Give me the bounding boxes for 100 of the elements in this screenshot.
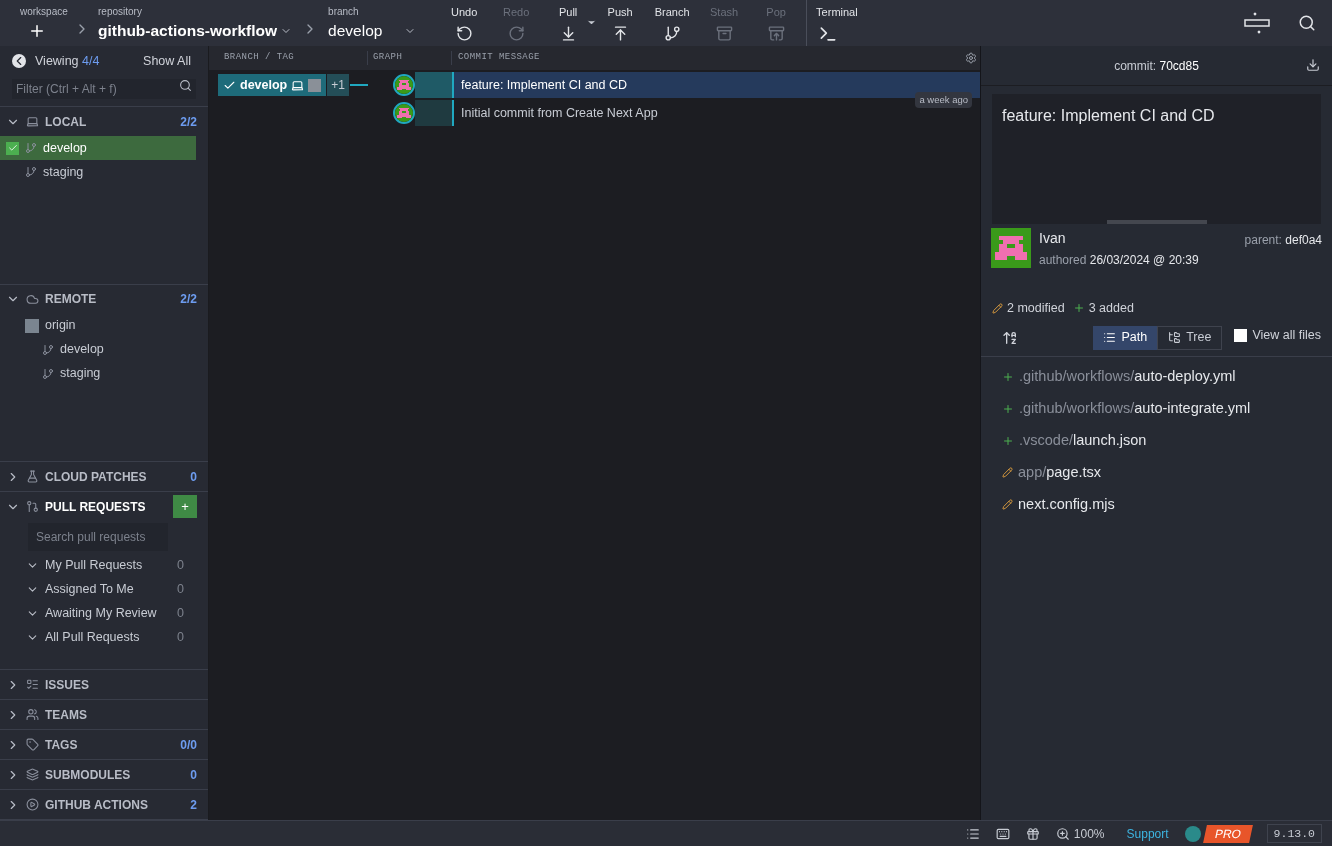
workspace-label: workspace	[20, 5, 66, 19]
plus-icon	[1002, 370, 1014, 383]
file-item[interactable]: next.config.mjs	[981, 488, 1332, 521]
terminal-button[interactable]: Terminal	[807, 0, 858, 46]
section-title: ISSUES	[45, 676, 89, 694]
checked-icon	[6, 141, 19, 155]
layout-toggle-icon[interactable]	[1244, 10, 1270, 36]
column-header[interactable]: COMMIT MESSAGE	[452, 51, 965, 65]
branch-icon	[25, 166, 37, 178]
commit-message-box[interactable]: feature: Implement CI and CD	[992, 94, 1321, 224]
pull-request-filter[interactable]: My Pull Requests 0	[0, 553, 208, 578]
laptop-icon	[26, 115, 39, 128]
author-name: Ivan	[1039, 229, 1067, 248]
gift-icon[interactable]	[1025, 826, 1040, 841]
section-header[interactable]: LOCAL 2/2	[0, 107, 208, 136]
plus-icon	[1002, 434, 1014, 447]
author-avatar-icon	[991, 228, 1031, 268]
section-header[interactable]: TEAMS	[0, 700, 208, 729]
flask-icon	[26, 470, 39, 484]
parent-id[interactable]: parent: def0a4	[1244, 231, 1322, 269]
section-header[interactable]: GITHUB ACTIONS 2	[0, 790, 208, 819]
toolbar-button[interactable]: Undo	[438, 0, 491, 42]
undo-icon	[455, 24, 473, 42]
file-path: app/page.tsx	[1018, 462, 1102, 482]
add-button[interactable]: +	[173, 495, 197, 519]
count-label: 0	[177, 556, 184, 574]
file-item[interactable]: .github/workflows/auto-integrate.yml	[981, 392, 1332, 425]
sort-icon[interactable]	[1002, 329, 1018, 346]
repository-dropdown[interactable]: github-actions-workflow	[98, 19, 293, 43]
file-item[interactable]: app/page.tsx	[981, 456, 1332, 489]
section-count: 2/2	[180, 113, 197, 131]
graph-row-highlight	[415, 100, 452, 126]
section-count: 2/2	[180, 291, 197, 309]
list-icon[interactable]	[965, 826, 980, 841]
pull-request-filter[interactable]: Awaiting My Review 0	[0, 601, 208, 626]
remote-item[interactable]: origin	[0, 313, 208, 338]
branch-item[interactable]: staging	[0, 361, 208, 386]
view-all-files-checkbox[interactable]: View all files	[1234, 326, 1321, 346]
commit-message[interactable]: feature: Implement CI and CD	[452, 72, 980, 98]
graph-row-highlight	[415, 72, 452, 98]
file-item[interactable]: .vscode/launch.json	[981, 424, 1332, 457]
branch-item[interactable]: develop	[0, 136, 196, 160]
file-path: .vscode/launch.json	[1019, 430, 1147, 450]
tag-icon	[26, 738, 39, 751]
pro-badge[interactable]: PRO	[1202, 824, 1253, 843]
section-count: 0	[190, 468, 197, 486]
branch-dropdown[interactable]: develop	[328, 19, 417, 43]
keyboard-icon[interactable]	[995, 826, 1010, 841]
redo-icon	[507, 24, 525, 42]
toolbar-button[interactable]: Branch	[646, 0, 699, 42]
branch-icon	[42, 367, 54, 380]
settings-icon[interactable]	[965, 52, 977, 64]
support-link[interactable]: Support	[1126, 824, 1169, 843]
back-icon[interactable]	[12, 54, 26, 68]
repository-label: repository	[98, 5, 143, 19]
section-header[interactable]: SUBMODULES 0	[0, 760, 208, 789]
section-header[interactable]: CLOUD PATCHES 0	[0, 462, 208, 492]
section-title: REMOTE	[45, 291, 97, 309]
column-header[interactable]: BRANCH / TAG	[209, 51, 368, 65]
add-icon[interactable]	[28, 22, 46, 40]
section-header[interactable]: ISSUES	[0, 670, 208, 699]
extra-refs-count[interactable]: +1	[327, 74, 349, 96]
section-header[interactable]: REMOTE 2/2	[0, 284, 208, 314]
commit-id: commit: 70cd85	[1114, 57, 1199, 75]
search-field[interactable]: Search pull requests	[28, 523, 168, 552]
view-toggle-button[interactable]: Path	[1093, 325, 1158, 350]
play-icon	[26, 798, 39, 811]
people-icon	[26, 708, 39, 721]
authored-date: authored 26/03/2024 @ 20:39	[1039, 252, 1200, 269]
pencil-icon	[992, 302, 1003, 314]
branch-item[interactable]: staging	[0, 160, 196, 184]
show-all-button[interactable]: Show All	[143, 51, 191, 71]
plus-icon	[1072, 302, 1085, 315]
section-count: 0/0	[180, 736, 197, 754]
plus-icon	[1002, 402, 1014, 415]
toolbar-button[interactable]: Pull	[542, 0, 595, 42]
section-header[interactable]: TAGS 0/0	[0, 730, 208, 759]
file-item[interactable]: .github/workflows/auto-deploy.yml	[981, 360, 1332, 393]
filter-field[interactable]: Filter (Ctrl + Alt + f)	[12, 79, 196, 99]
zoom-icon[interactable]	[1055, 826, 1070, 841]
section-header[interactable]: PULL REQUESTS +	[0, 492, 208, 522]
column-header[interactable]: GRAPH	[368, 51, 452, 65]
pull-request-filter[interactable]: Assigned To Me 0	[0, 577, 208, 602]
count-label: 0	[177, 580, 184, 598]
laptop-icon	[291, 78, 305, 92]
branch-item[interactable]: develop	[0, 337, 208, 362]
pull-request-filter[interactable]: All Pull Requests 0	[0, 625, 208, 650]
search-icon[interactable]	[1298, 14, 1316, 32]
download-icon[interactable]	[1306, 58, 1320, 72]
view-toggle-button[interactable]: Tree	[1157, 325, 1223, 350]
branch-label[interactable]: develop	[218, 74, 327, 96]
zoom-level[interactable]: 100%	[1073, 824, 1105, 843]
branch-label: branch	[328, 5, 360, 19]
branch-icon	[663, 24, 681, 42]
avatar-photo-placeholder	[25, 318, 39, 333]
section-title: TAGS	[45, 736, 78, 754]
toolbar-button[interactable]: Push	[594, 0, 647, 42]
section-count: 0	[190, 766, 197, 784]
branch-icon	[42, 343, 54, 356]
count-label: 0	[177, 628, 184, 646]
